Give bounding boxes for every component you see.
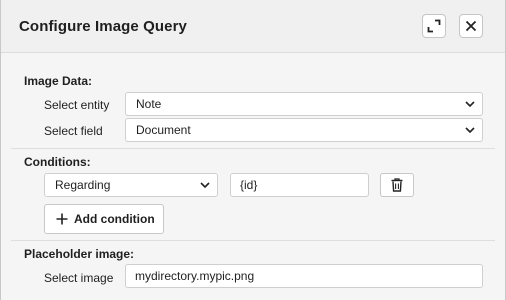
select-image-value: mydirectory.mypic.png [135, 269, 255, 283]
select-entity-label: Select entity [44, 98, 110, 112]
section-divider [11, 148, 495, 149]
select-field-value: Document [136, 123, 191, 137]
image-data-heading: Image Data: [24, 74, 93, 88]
add-condition-button[interactable]: Add condition [44, 204, 164, 234]
condition-value-input[interactable]: {id} [230, 173, 369, 197]
chevron-down-icon [465, 127, 475, 134]
select-entity-dropdown[interactable]: Note [125, 92, 483, 116]
dialog-title: Configure Image Query [19, 18, 187, 35]
close-button[interactable] [459, 14, 483, 38]
condition-field-value: Regarding [55, 178, 111, 192]
add-condition-label: Add condition [74, 212, 155, 226]
dialog-header: Configure Image Query [1, 0, 505, 53]
dialog-body: Image Data: Select entity Note Select fi… [1, 53, 505, 300]
select-image-input[interactable]: mydirectory.mypic.png [125, 264, 483, 288]
configure-image-query-dialog: Configure Image Query Image Data: Select… [0, 0, 506, 300]
select-field-dropdown[interactable]: Document [125, 118, 483, 142]
select-entity-value: Note [136, 97, 162, 111]
section-divider [11, 240, 495, 241]
chevron-down-icon [465, 101, 475, 108]
plus-icon [56, 213, 68, 225]
select-image-label: Select image [44, 271, 114, 285]
chevron-down-icon [200, 182, 210, 189]
select-field-label: Select field [44, 124, 103, 138]
placeholder-image-heading: Placeholder image: [24, 247, 135, 261]
condition-field-dropdown[interactable]: Regarding [44, 173, 218, 197]
conditions-heading: Conditions: [24, 155, 91, 169]
expand-button[interactable] [422, 14, 446, 38]
close-icon [465, 20, 477, 32]
trash-icon [391, 178, 403, 192]
condition-value-text: {id} [240, 178, 258, 192]
expand-icon [427, 19, 441, 33]
delete-condition-button[interactable] [380, 173, 414, 197]
